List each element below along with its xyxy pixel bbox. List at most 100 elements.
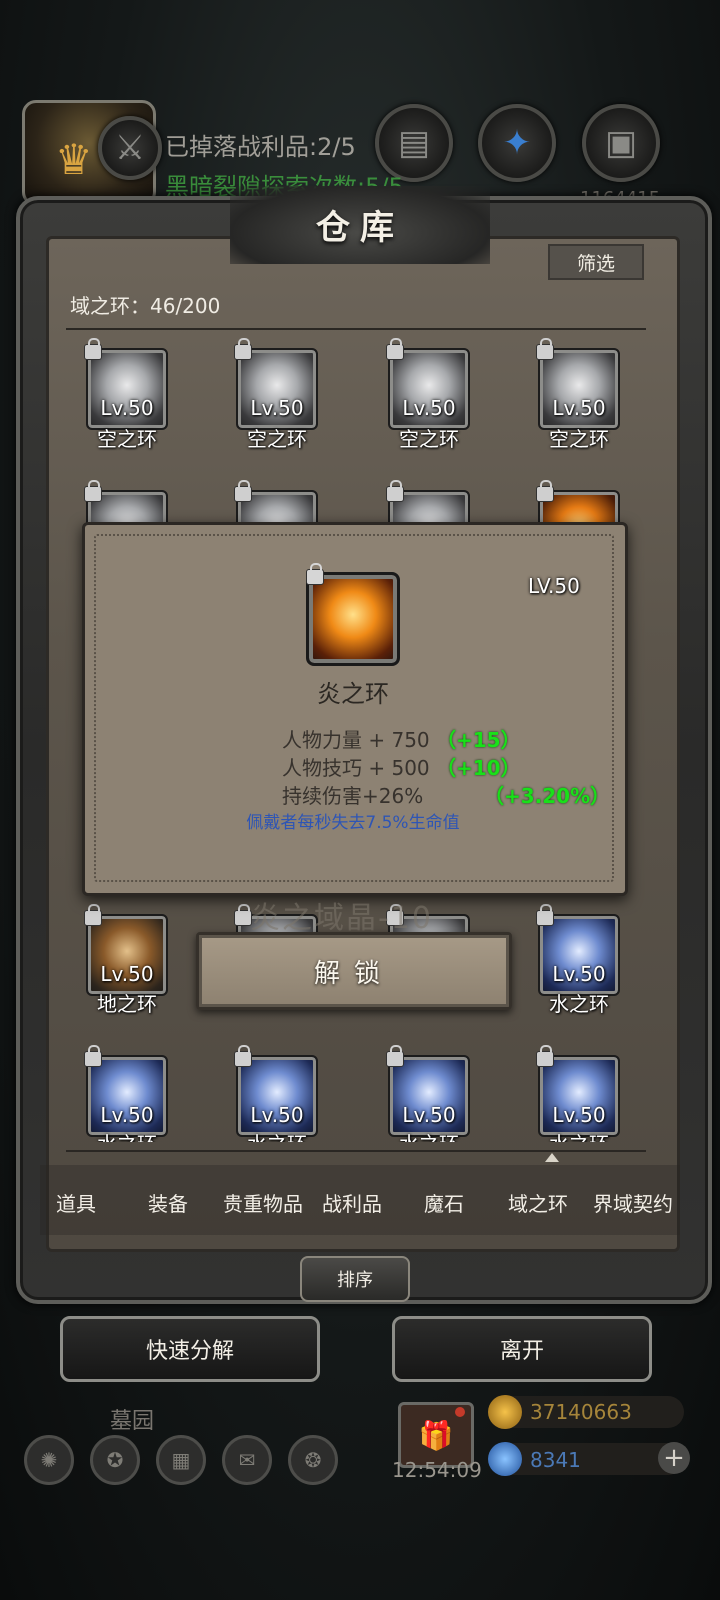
item-slot[interactable]: Lv.50 — [84, 1045, 168, 1137]
nav-icon-3[interactable]: ▦ — [156, 1435, 206, 1485]
item-name: 空之环 — [247, 427, 307, 451]
item-slot[interactable]: Lv.50 — [536, 904, 620, 996]
item-name: 水之环 — [67, 1128, 187, 1142]
anvil-icon[interactable]: ▣ — [582, 104, 660, 182]
tab-loot[interactable]: 战利品 — [302, 1188, 402, 1217]
item-name: 地之环 — [97, 992, 157, 1016]
divider — [66, 1150, 646, 1152]
item-level: Lv.50 — [402, 1103, 456, 1127]
crystal-icon[interactable]: ✦ — [478, 104, 556, 182]
stat-skill-bonus: （+10） — [436, 756, 521, 780]
nav-icon-5[interactable]: ❂ — [288, 1435, 338, 1485]
leave-button[interactable]: 离开 — [392, 1316, 652, 1382]
filter-button[interactable]: 筛选 — [548, 244, 644, 280]
item-level: Lv.50 — [250, 1103, 304, 1127]
lock-icon — [386, 480, 404, 502]
nav-glyph: ✪ — [106, 1448, 124, 1472]
ring-count: 域之环：46/200 — [70, 294, 221, 318]
item-name: 空之环 — [399, 427, 459, 451]
quick-decompose-button[interactable]: 快速分解 — [60, 1316, 320, 1382]
lock-icon — [234, 1045, 252, 1067]
tab-realm-contract[interactable]: 界域契约 — [580, 1188, 686, 1217]
nav-icon-2[interactable]: ✪ — [90, 1435, 140, 1485]
mail-icon[interactable]: ✉ — [222, 1435, 272, 1485]
stat-dot: 持续伤害+26% — [282, 784, 424, 808]
item-name: 水之环 — [549, 992, 609, 1016]
lock-icon — [84, 1045, 102, 1067]
tab-magic-stone[interactable]: 魔石 — [394, 1188, 494, 1217]
item-level: Lv.50 — [250, 396, 304, 420]
warehouse-title: 仓库 — [316, 208, 404, 248]
lock-icon — [386, 1045, 404, 1067]
stat-dot-bonus: （+3.20%） — [484, 784, 611, 808]
timer: 12:54:09 — [392, 1458, 482, 1482]
lock-icon — [234, 480, 252, 502]
item-level: Lv.50 — [100, 396, 154, 420]
stat-strength-bonus: （+15） — [436, 728, 521, 752]
nav-glyph: ▦ — [171, 1448, 191, 1472]
unlock-button[interactable]: 解锁 — [196, 932, 512, 1010]
tab-items[interactable]: 道具 — [26, 1188, 126, 1217]
item-level: Lv.50 — [552, 1103, 606, 1127]
tooltip-item — [306, 563, 400, 666]
lock-icon — [234, 338, 252, 360]
active-tab-indicator — [545, 1153, 559, 1162]
lock-icon — [536, 338, 554, 360]
item-level: Lv.50 — [552, 962, 606, 986]
item-slot[interactable]: Lv.50 — [536, 338, 620, 430]
background-item-text: 炎之域晶-10 — [250, 901, 433, 936]
lock-icon — [536, 904, 554, 926]
item-name: 水之环 — [217, 1128, 337, 1142]
tab-domain-ring[interactable]: 域之环 — [488, 1188, 588, 1217]
gold-coin-icon — [488, 1395, 522, 1429]
item-slot[interactable]: Lv.50 — [234, 1045, 318, 1137]
tab-equipment[interactable]: 装备 — [118, 1188, 218, 1217]
location-label: 墓园 — [110, 1409, 155, 1434]
stat-strength: 人物力量 + 750 — [282, 728, 430, 752]
item-slot[interactable]: Lv.50 — [234, 338, 318, 430]
gem-value: 8341 — [530, 1448, 581, 1472]
stat-skill: 人物技巧 + 500 — [282, 756, 430, 780]
add-currency-button[interactable]: + — [658, 1442, 690, 1474]
item-level: Lv.50 — [100, 962, 154, 986]
item-name: 空之环 — [97, 427, 157, 451]
lock-icon — [536, 1045, 554, 1067]
scroll-glyph: ⚔ — [114, 128, 146, 168]
item-slot[interactable]: Lv.50 — [386, 1045, 470, 1137]
gem-icon — [488, 1442, 522, 1476]
item-level: Lv.50 — [100, 1103, 154, 1127]
nav-glyph: ❂ — [304, 1448, 322, 1472]
scroll-icon[interactable]: ⚔ — [98, 116, 162, 180]
item-name: 空之环 — [549, 427, 609, 451]
lock-icon — [386, 338, 404, 360]
tooltip-level: LV.50 — [528, 574, 580, 598]
nav-icon-1[interactable]: ✺ — [24, 1435, 74, 1485]
loot-dropped-text: 已掉落战利品:2/5 — [165, 133, 356, 161]
tooltip-item-name: 炎之环 — [317, 680, 389, 708]
lock-icon — [84, 480, 102, 502]
notification-dot — [455, 1407, 465, 1417]
item-level: Lv.50 — [552, 396, 606, 420]
item-name: 水之环 — [369, 1128, 489, 1142]
tab-valuables[interactable]: 贵重物品 — [210, 1188, 316, 1217]
clipped-names: 水之环 水之环 水之环 水之环 — [60, 1128, 660, 1142]
lock-icon — [306, 563, 324, 585]
lock-icon — [84, 338, 102, 360]
item-slot[interactable]: Lv.50 — [536, 1045, 620, 1137]
crystal-glyph: ✦ — [502, 123, 532, 163]
item-level: Lv.50 — [402, 396, 456, 420]
lock-icon — [84, 904, 102, 926]
item-slot[interactable]: Lv.50 — [84, 338, 168, 430]
nav-glyph: ✉ — [238, 1448, 256, 1472]
crown-icon: ♛ — [55, 135, 93, 184]
item-slot[interactable]: Lv.50 — [84, 904, 168, 996]
fire-ring-icon — [306, 572, 400, 666]
divider — [66, 328, 646, 330]
tooltip-note: 佩戴者每秒失去7.5%生命值 — [246, 813, 460, 833]
lock-icon — [536, 480, 554, 502]
sort-button[interactable]: 排序 — [300, 1256, 410, 1302]
item-name: 水之环 — [519, 1128, 639, 1142]
item-slot[interactable]: Lv.50 — [386, 338, 470, 430]
anvil-glyph: ▣ — [604, 123, 638, 163]
nav-glyph: ✺ — [40, 1448, 58, 1472]
